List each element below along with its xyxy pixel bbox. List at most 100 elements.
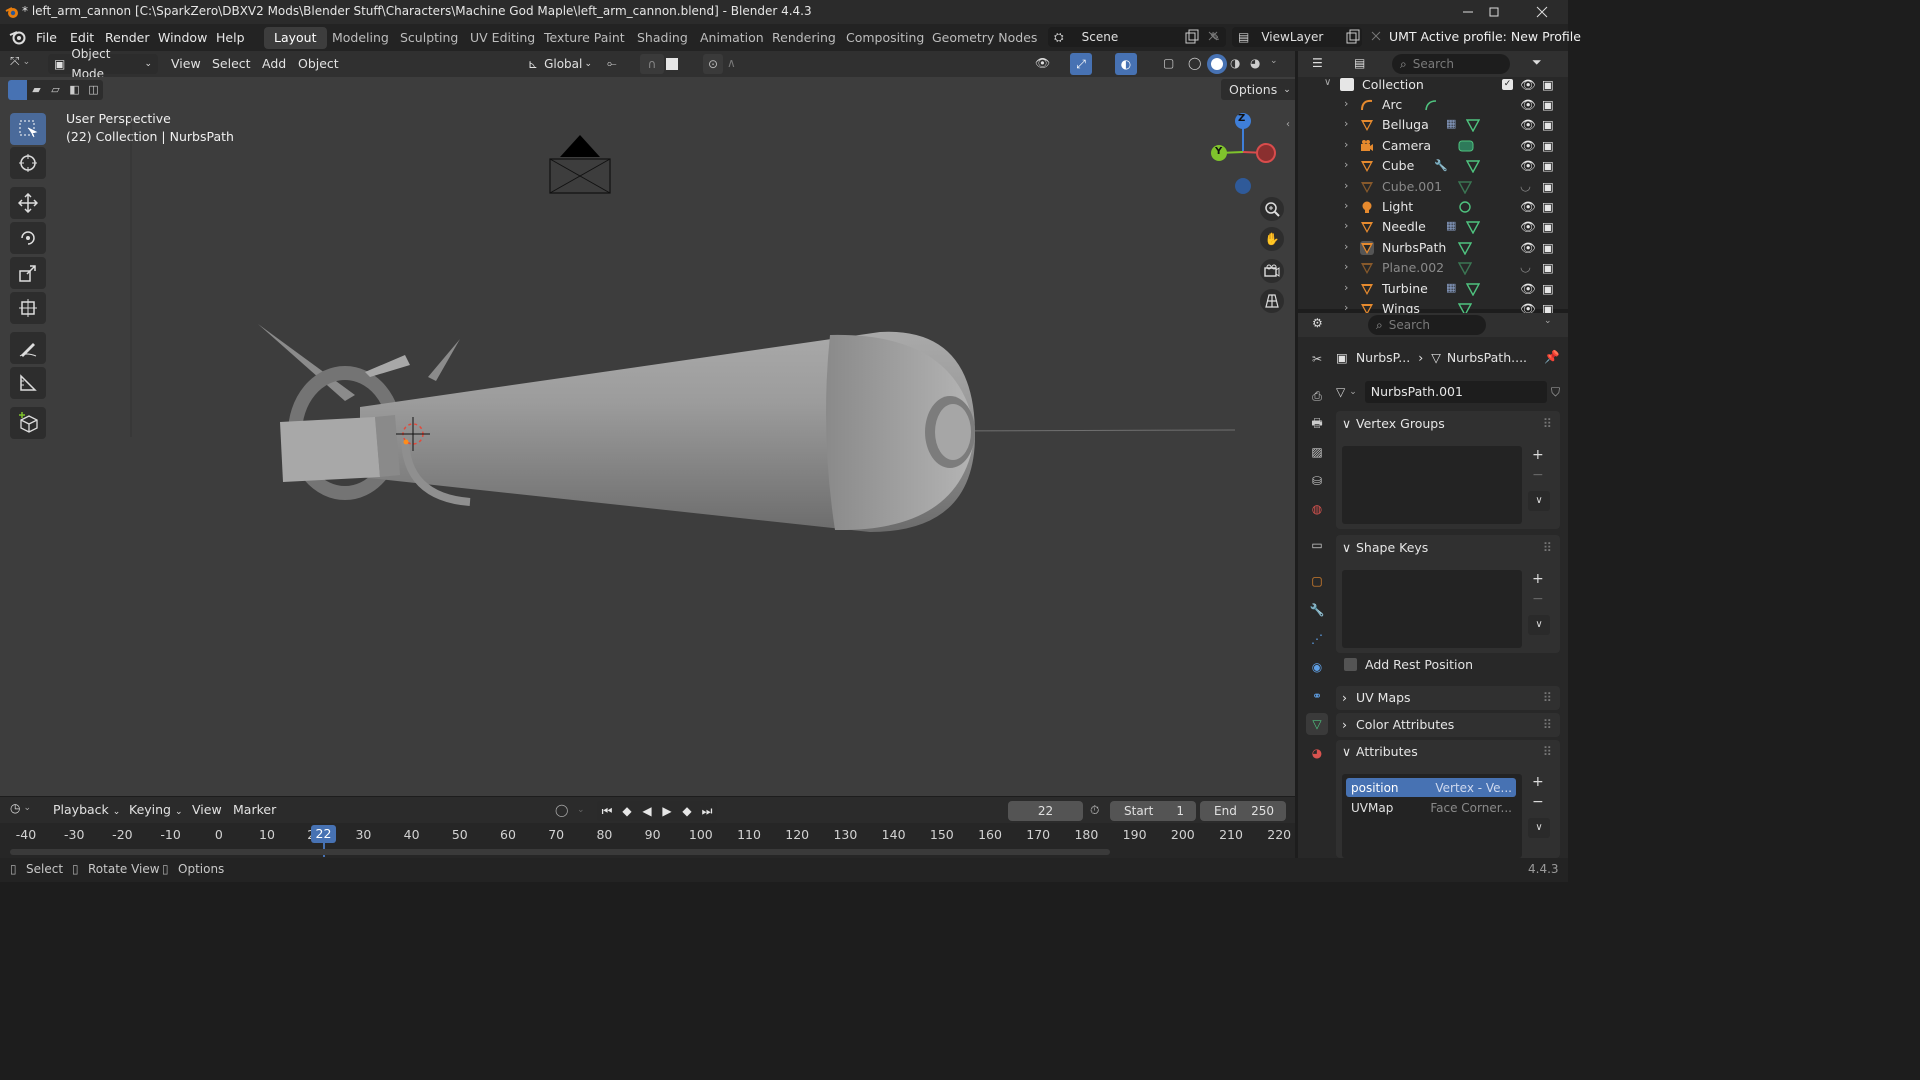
zoom-icon[interactable] [1260, 197, 1284, 221]
render-camera-icon[interactable]: ▣ [1542, 199, 1554, 214]
eye-closed-icon[interactable]: ◡ [1520, 178, 1531, 193]
render-camera-icon[interactable]: ▣ [1542, 77, 1554, 92]
chevron-right-icon[interactable]: › [1344, 281, 1348, 294]
shape-keys-header[interactable]: ∨ Shape Keys ⠿ [1336, 535, 1560, 561]
tab-compositing[interactable]: Compositing [836, 27, 934, 49]
eye-icon[interactable]: 👁 [1520, 97, 1536, 113]
jump-end-icon[interactable]: ⏭ [697, 804, 717, 819]
modifier-tab-icon[interactable]: 🔧 [1306, 599, 1328, 621]
chevron-right-icon[interactable]: › [1344, 179, 1348, 192]
output-tab-icon[interactable]: 🖶 [1306, 413, 1328, 435]
outliner-item[interactable]: › Camera 👁 ▣ [1298, 136, 1568, 156]
menu-view[interactable]: View [166, 54, 206, 74]
uv-maps-panel[interactable]: › UV Maps ⠿ [1336, 686, 1560, 710]
end-frame-field[interactable]: End 250 [1200, 801, 1286, 821]
object-data-icon[interactable] [1458, 261, 1472, 276]
drag-handle-icon[interactable]: ⠿ [1543, 686, 1552, 710]
wireframe-shading-icon[interactable]: ◯ [1188, 56, 1201, 70]
tab-sculpting[interactable]: Sculpting [390, 27, 468, 49]
constraints-tab-icon[interactable]: ⚭ [1306, 685, 1328, 707]
vertex-groups-list[interactable] [1342, 446, 1522, 524]
rendered-shading-icon[interactable]: ◕ [1250, 56, 1260, 70]
render-camera-icon[interactable]: ▣ [1542, 97, 1554, 112]
collection-tab-icon[interactable]: ▭ [1306, 534, 1328, 556]
outliner-editor-icon[interactable]: ☰ [1312, 56, 1323, 70]
eye-icon[interactable]: 👁 [1520, 219, 1536, 235]
outliner-item[interactable]: › Light 👁 ▣ [1298, 197, 1568, 217]
menu-playback[interactable]: Playback ⌄ [48, 800, 125, 820]
object-data-icon[interactable] [1458, 241, 1472, 255]
render-camera-icon[interactable]: ▣ [1542, 158, 1554, 173]
particles-tab-icon[interactable]: ⋰ [1306, 628, 1328, 650]
add-shape-key-button[interactable]: + [1532, 571, 1544, 587]
outliner-item[interactable]: › Arc 👁 ▣ [1298, 95, 1568, 115]
playhead[interactable]: 22 [311, 825, 336, 843]
menu-timeline-view[interactable]: View [187, 800, 227, 820]
pivot-icon[interactable]: ⟜ [607, 56, 617, 71]
attribute-specials-button[interactable]: ∨ [1528, 818, 1550, 838]
tab-texture-paint[interactable]: Texture Paint [534, 27, 635, 49]
sidebar-toggle-icon[interactable]: ‹ [1286, 119, 1290, 130]
render-camera-icon[interactable]: ▣ [1542, 240, 1554, 255]
wing-spike-right[interactable] [428, 339, 460, 381]
remove-scene-icon[interactable] [1206, 29, 1220, 43]
outliner-search[interactable]: ⌕ Search [1392, 54, 1510, 74]
visibility-eye-icon[interactable]: 👁 [1035, 56, 1050, 70]
outliner-item[interactable]: › Turbine ▦ 👁 ▣ [1298, 279, 1568, 299]
transform-orientation[interactable]: ⊾ Global ⌄ [522, 54, 598, 74]
material-tab-icon[interactable]: ◕ [1306, 742, 1328, 764]
xray-icon[interactable]: ▢ [1163, 56, 1174, 70]
attribute-row[interactable]: position Vertex - Ve... [1346, 778, 1516, 797]
start-frame-field[interactable]: Start 1 [1110, 801, 1196, 821]
menu-object[interactable]: Object [293, 54, 344, 74]
play-icon[interactable]: ▶ [657, 804, 677, 818]
render-camera-icon[interactable]: ▣ [1542, 117, 1554, 132]
menu-help[interactable]: Help [212, 28, 249, 48]
new-view-layer-icon[interactable] [1345, 29, 1361, 45]
add-attribute-button[interactable]: + [1532, 774, 1544, 790]
physics-tab-icon[interactable]: ◉ [1306, 656, 1328, 678]
scene-tab-icon[interactable]: ⛁ [1306, 470, 1328, 492]
camera-object[interactable] [549, 135, 611, 194]
modifier-icon[interactable]: ▦ [1446, 281, 1456, 294]
eye-closed-icon[interactable]: ◡ [1520, 259, 1531, 274]
material-shading-icon[interactable]: ◑ [1230, 56, 1240, 70]
outliner-item[interactable]: › Cube.001 ◡ ▣ [1298, 177, 1568, 197]
vertex-group-specials-button[interactable]: ∨ [1528, 491, 1550, 511]
tab-geometry-nodes[interactable]: Geometry Nodes [922, 27, 1047, 49]
menu-add[interactable]: Add [257, 54, 291, 74]
add-vertex-group-button[interactable]: + [1532, 447, 1544, 463]
data-block-selector[interactable]: ▽ ⌄ NurbsPath.001 ⛉ [1336, 381, 1560, 403]
eye-icon[interactable]: 👁 [1520, 77, 1536, 93]
chevron-down-icon[interactable]: ⌄ [577, 805, 585, 815]
view-layer-tab-icon[interactable]: ▨ [1306, 441, 1328, 463]
data-name-field[interactable]: NurbsPath.001 [1364, 381, 1547, 403]
chevron-right-icon[interactable]: › [1344, 240, 1348, 253]
tab-layout[interactable]: Layout [264, 27, 327, 49]
chevron-right-icon[interactable]: › [1344, 117, 1348, 130]
add-rest-position-row[interactable]: Add Rest Position [1344, 657, 1473, 672]
menu-window[interactable]: Window [154, 28, 211, 48]
snap-icon[interactable]: ∩ [640, 54, 664, 74]
chevron-right-icon[interactable]: › [1344, 199, 1348, 212]
filter-icon[interactable]: ⏷ [1532, 55, 1542, 70]
modifier-icon[interactable]: ▦ [1446, 219, 1456, 232]
editor-type-button[interactable]: ⤧ ⌄ [10, 54, 30, 69]
proportional-edit-icon[interactable]: ⊙ [703, 54, 723, 74]
view-layer-selector[interactable]: ▤ ViewLayer [1232, 27, 1362, 47]
chevron-right-icon[interactable]: › [1344, 138, 1348, 151]
timeline-scrollbar[interactable] [10, 849, 1110, 855]
outliner-item[interactable]: › NurbsPath 👁 ▣ [1298, 238, 1568, 258]
chevron-down-icon[interactable]: ⌄ [1544, 316, 1552, 326]
tab-rendering[interactable]: Rendering [762, 27, 846, 49]
play-reverse-icon[interactable]: ◀ [637, 804, 657, 818]
tool-tab-icon[interactable]: ✂ [1306, 348, 1328, 370]
outliner-item[interactable]: › Needle ▦ 👁 ▣ [1298, 217, 1568, 237]
tab-shading[interactable]: Shading [627, 27, 698, 49]
jump-start-icon[interactable]: ⏮ [597, 804, 617, 819]
eye-icon[interactable]: 👁 [1520, 117, 1536, 133]
snap-target-icon[interactable] [666, 58, 678, 70]
object-data-icon[interactable] [1424, 98, 1438, 112]
tab-uv-editing[interactable]: UV Editing [460, 27, 545, 49]
object-data-icon[interactable] [1466, 159, 1480, 174]
